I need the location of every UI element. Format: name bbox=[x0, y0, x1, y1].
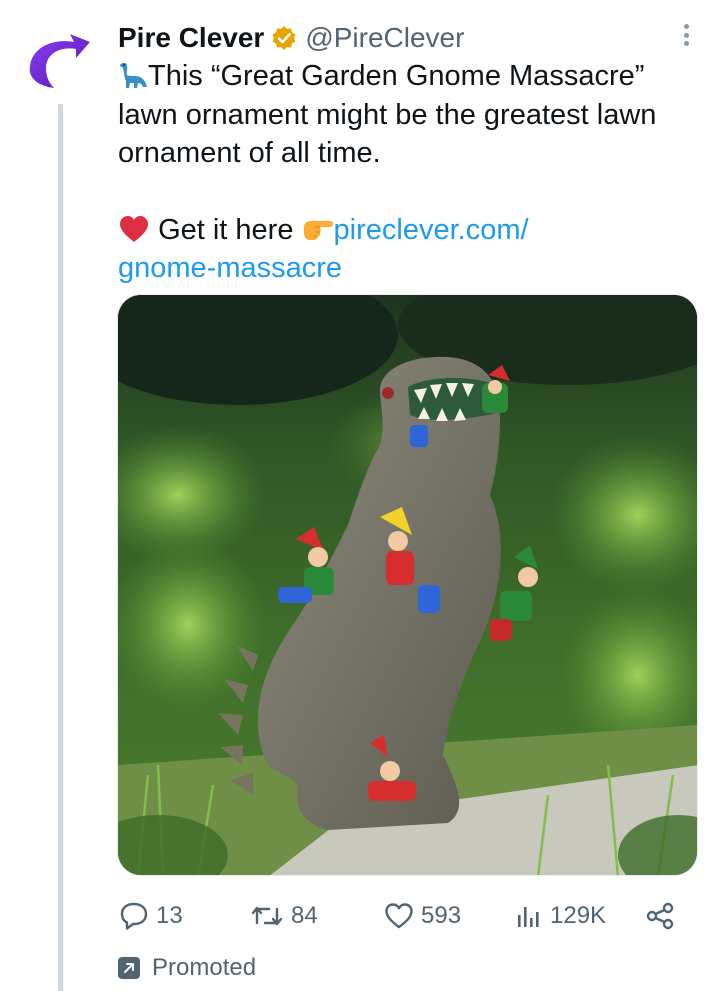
views-icon bbox=[518, 907, 539, 927]
dinosaur-emoji-icon bbox=[120, 62, 147, 88]
cta-text: Get it here bbox=[158, 213, 294, 246]
reply-icon bbox=[120, 902, 148, 930]
tweet-header: Pire Clever @PireClever bbox=[118, 18, 680, 58]
tweet-line-3: ornament of all time. bbox=[118, 137, 381, 169]
product-link-part1[interactable]: pireclever.com/ bbox=[334, 214, 529, 246]
tweet-line-1: This “Great Garden Gnome Massacre” bbox=[148, 60, 645, 92]
product-link-part2[interactable]: gnome-massacre bbox=[118, 249, 678, 288]
author-name[interactable]: Pire Clever bbox=[118, 22, 264, 54]
heart-icon bbox=[385, 903, 413, 929]
tweet-line-2: lawn ornament might be the greatest lawn bbox=[118, 98, 657, 131]
share-icon bbox=[646, 902, 674, 930]
pointing-right-emoji-icon bbox=[303, 220, 333, 240]
repost-icon bbox=[251, 906, 283, 926]
reply-button[interactable]: 13 bbox=[118, 896, 183, 936]
views-count: 129K bbox=[550, 902, 607, 929]
thread-line bbox=[58, 104, 63, 991]
verified-badge-icon bbox=[272, 26, 296, 50]
tweet-photo[interactable] bbox=[117, 294, 698, 876]
promoted-text: Promoted bbox=[152, 954, 257, 981]
repost-count: 84 bbox=[291, 902, 318, 929]
views-button[interactable]: 129K bbox=[514, 896, 606, 936]
like-count: 593 bbox=[421, 902, 462, 929]
share-button[interactable] bbox=[644, 896, 682, 936]
reply-count: 13 bbox=[156, 902, 183, 929]
like-button[interactable]: 593 bbox=[383, 896, 461, 936]
repost-button[interactable]: 84 bbox=[249, 896, 318, 936]
avatar[interactable] bbox=[24, 30, 94, 90]
promoted-arrow-icon bbox=[118, 957, 140, 979]
more-options-icon[interactable] bbox=[678, 20, 694, 50]
author-handle[interactable]: @PireClever bbox=[305, 22, 464, 54]
tweet-actions: 13 84 593 129K bbox=[118, 896, 678, 936]
red-heart-emoji-icon bbox=[120, 215, 148, 242]
promoted-label: Promoted bbox=[118, 953, 256, 983]
tweet-text: This “Great Garden Gnome Massacre” lawn … bbox=[118, 57, 678, 288]
